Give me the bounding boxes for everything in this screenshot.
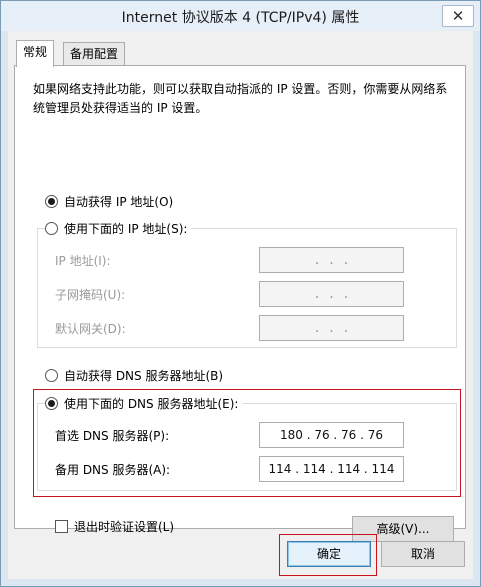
alternate-dns-label: 备用 DNS 服务器(A): bbox=[55, 463, 171, 477]
manual-dns-label: 使用下面的 DNS 服务器地址(E): bbox=[64, 397, 239, 411]
tab-general-label: 常规 bbox=[23, 45, 48, 59]
ok-highlight-box bbox=[279, 534, 377, 576]
subnet-mask-field[interactable]: . . . bbox=[259, 281, 404, 307]
validate-on-exit-label: 退出时验证设置(L) bbox=[74, 520, 175, 534]
general-panel: 如果网络支持此功能，则可以获取自动指派的 IP 设置。否则，你需要从网络系统管理… bbox=[14, 65, 466, 542]
tcp-ipv4-properties-dialog: Internet 协议版本 4 (TCP/IPv4) 属性 ✕ 常规 备用配置 … bbox=[0, 0, 481, 587]
cancel-button[interactable]: 取消 bbox=[381, 541, 465, 567]
validate-on-exit-checkbox[interactable]: 退出时验证设置(L) bbox=[55, 519, 174, 535]
checkbox-unchecked-icon bbox=[55, 520, 68, 533]
auto-dns-label: 自动获得 DNS 服务器地址(B) bbox=[64, 369, 224, 383]
auto-ip-radio[interactable]: 自动获得 IP 地址(O) bbox=[45, 194, 173, 210]
tab-general[interactable]: 常规 bbox=[16, 40, 55, 67]
manual-dns-radio[interactable]: 使用下面的 DNS 服务器地址(E): bbox=[45, 396, 243, 412]
title-bar: Internet 协议版本 4 (TCP/IPv4) 属性 ✕ bbox=[1, 1, 480, 31]
description-text: 如果网络支持此功能，则可以获取自动指派的 IP 设置。否则，你需要从网络系统管理… bbox=[33, 82, 448, 115]
close-button[interactable]: ✕ bbox=[442, 5, 474, 27]
ip-address-field[interactable]: . . . bbox=[259, 247, 404, 273]
window-title: Internet 协议版本 4 (TCP/IPv4) 属性 bbox=[121, 10, 360, 26]
manual-ip-radio[interactable]: 使用下面的 IP 地址(S): bbox=[45, 221, 192, 237]
auto-dns-radio[interactable]: 自动获得 DNS 服务器地址(B) bbox=[45, 368, 223, 384]
alternate-dns-field[interactable]: 114 . 114 . 114 . 114 bbox=[259, 456, 404, 482]
auto-ip-label: 自动获得 IP 地址(O) bbox=[64, 195, 174, 209]
radio-unchecked-icon bbox=[45, 222, 58, 235]
ip-address-label: IP 地址(I): bbox=[55, 254, 111, 268]
preferred-dns-field[interactable]: 180 . 76 . 76 . 76 bbox=[259, 422, 404, 448]
default-gateway-label: 默认网关(D): bbox=[55, 322, 126, 336]
radio-unchecked-icon bbox=[45, 369, 58, 382]
close-icon: ✕ bbox=[451, 7, 465, 25]
tab-alternate-config-label: 备用配置 bbox=[70, 47, 119, 61]
preferred-dns-label: 首选 DNS 服务器(P): bbox=[55, 429, 170, 443]
manual-ip-label: 使用下面的 IP 地址(S): bbox=[64, 222, 188, 236]
dialog-client-area: 常规 备用配置 如果网络支持此功能，则可以获取自动指派的 IP 设置。否则，你需… bbox=[8, 31, 473, 579]
default-gateway-field[interactable]: . . . bbox=[259, 315, 404, 341]
tab-alternate-config[interactable]: 备用配置 bbox=[63, 42, 126, 65]
radio-checked-icon bbox=[45, 397, 58, 410]
radio-checked-icon bbox=[45, 195, 58, 208]
subnet-mask-label: 子网掩码(U): bbox=[55, 288, 126, 302]
